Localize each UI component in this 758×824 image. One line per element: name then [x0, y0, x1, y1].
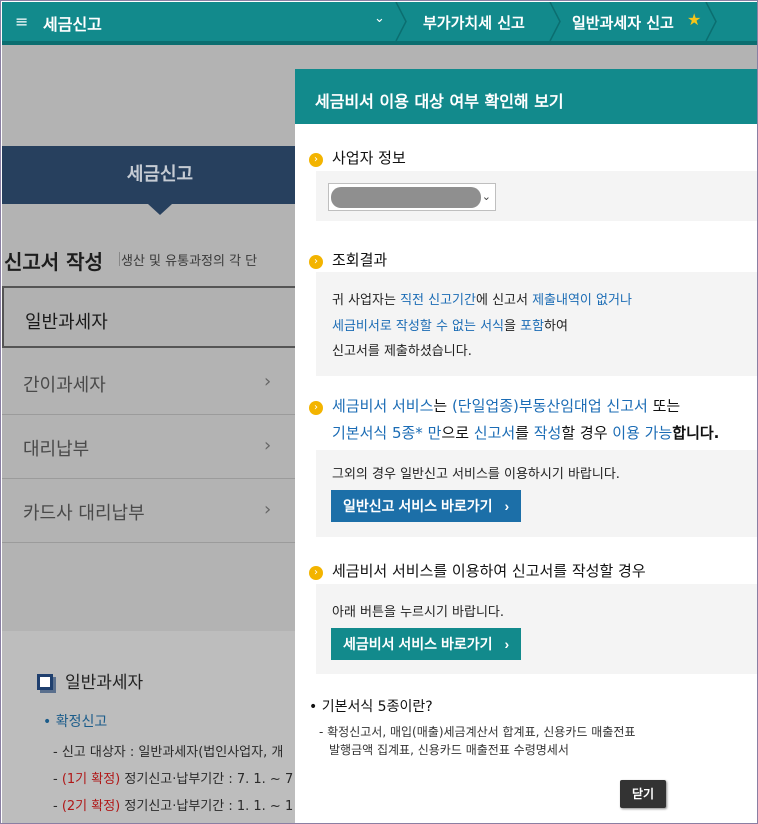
close-button[interactable]: 닫기 — [620, 780, 666, 808]
list-item-label: 일반과세자 — [25, 312, 108, 333]
result-line-3: 신고서를 제출하셨습니다. — [332, 344, 472, 359]
breadcrumb-separator — [705, 2, 717, 41]
chevron-down-icon: ⌄ — [481, 190, 491, 203]
breadcrumb-vat-return[interactable]: 부가가치세 신고 — [423, 12, 525, 33]
masked-business-name — [331, 187, 481, 208]
page-heading: 신고서 작성 — [4, 250, 103, 274]
business-info-panel: ⌄ — [316, 171, 757, 221]
breadcrumb-separator — [395, 2, 407, 41]
breadcrumb-general-taxpayer[interactable]: 일반과세자 신고 — [572, 12, 674, 33]
final-return-link[interactable]: • 확정신고 — [43, 711, 107, 731]
app-title[interactable]: 세금신고 — [43, 11, 102, 35]
result-line-2: 세금비서로 작성할 수 없는 서식을 포함하여 — [332, 319, 568, 334]
list-item-card-company-proxy[interactable]: 카드사 대리납부 › — [2, 479, 302, 543]
list-item-label: 카드사 대리납부 — [23, 503, 145, 524]
general-service-panel: 그외의 경우 일반신고 서비스를 이용하시기 바랍니다. 일반신고 서비스 바로… — [316, 450, 757, 537]
star-icon[interactable]: ★ — [687, 10, 701, 29]
basic-forms-title: • 기본서식 5종이란? — [309, 699, 433, 715]
chevron-circle-icon: › — [309, 153, 323, 167]
service-eligibility-text: › 세금비서 서비스는 (단일업종)부동산임대업 신고서 또는 기본서식 5종* … — [309, 393, 719, 447]
list-item-general-taxpayer[interactable]: 일반과세자 — [2, 286, 302, 348]
tab-tax-filing[interactable]: 세금신고 — [2, 146, 318, 204]
screen: ≡ 세금신고 ⌄ 부가가치세 신고 일반과세자 신고 ★ 세금신고 신고서 작성… — [0, 0, 758, 824]
list-item-label: 간이과세자 — [23, 375, 106, 396]
list-item-label: 대리납부 — [23, 439, 90, 460]
query-result-panel: 귀 사업자는 직전 신고기간에 신고서 제출내역이 없거나 세금비서로 작성할 … — [316, 272, 757, 376]
chevron-right-icon: › — [264, 371, 272, 392]
chevron-right-icon: › — [264, 435, 272, 456]
general-filing-service-button[interactable]: 일반신고 서비스 바로가기 › — [331, 490, 522, 522]
chevron-down-icon[interactable]: ⌄ — [374, 11, 385, 26]
chevron-circle-icon: › — [309, 255, 323, 269]
list-item-simplified-taxpayer[interactable]: 간이과세자 › — [2, 351, 302, 415]
breadcrumb-separator — [549, 2, 561, 41]
eligibility-check-modal: 세금비서 이용 대상 여부 확인해 보기 › 사업자 정보 ⌄ › 조회결과 귀 사… — [295, 69, 757, 823]
tab-pointer — [148, 204, 172, 215]
info-line-target: - 신고 대상자 : 일반과세자(법인사업자, 개 — [53, 745, 284, 760]
hamburger-icon[interactable]: ≡ — [15, 12, 31, 31]
tax-secretary-service-button[interactable]: 세금비서 서비스 바로가기 › — [331, 628, 522, 660]
top-navigation-bar: ≡ 세금신고 ⌄ 부가가치세 신고 일반과세자 신고 ★ — [2, 2, 757, 41]
secretary-service-panel: 아래 버튼을 누르시기 바랍니다. 세금비서 서비스 바로가기 › — [316, 584, 757, 674]
info-section-title: 일반과세자 — [37, 668, 143, 693]
info-line-period-1: - (1기 확정) 정기신고·납부기간 : 7. 1. ~ 7 — [53, 772, 294, 787]
square-bullet-icon — [37, 674, 53, 690]
result-line-1: 귀 사업자는 직전 신고기간에 신고서 제출내역이 없거나 — [332, 293, 632, 308]
chevron-right-icon: › — [504, 498, 510, 514]
section-business-info: › 사업자 정보 — [309, 147, 406, 168]
list-item-proxy-payment[interactable]: 대리납부 › — [2, 415, 302, 479]
section-query-result: › 조회결과 — [309, 249, 387, 270]
general-service-text: 그외의 경우 일반신고 서비스를 이용하시기 바랍니다. — [332, 467, 620, 482]
secretary-service-text: 아래 버튼을 누르시기 바랍니다. — [332, 605, 505, 620]
business-select[interactable]: ⌄ — [328, 183, 496, 211]
page-heading-description: 생산 및 유통과정의 각 단 — [118, 250, 257, 269]
chevron-circle-icon: › — [309, 566, 323, 580]
chevron-right-icon: › — [504, 636, 510, 652]
taxpayer-type-list: 일반과세자 간이과세자 › 대리납부 › 카드사 대리납부 › — [2, 286, 302, 543]
section-use-secretary: › 세금비서 서비스를 이용하여 신고서를 작성할 경우 — [309, 560, 646, 581]
chevron-right-icon: › — [264, 499, 272, 520]
modal-title: 세금비서 이용 대상 여부 확인해 보기 — [295, 69, 757, 124]
chevron-circle-icon: › — [309, 401, 323, 415]
basic-forms-description: - 확정신고서, 매입(매출)세금계산서 합계표, 신용카드 매출전표 발행금액… — [319, 725, 636, 757]
info-line-period-2: - (2기 확정) 정기신고·납부기간 : 1. 1. ~ 1 — [53, 799, 294, 814]
